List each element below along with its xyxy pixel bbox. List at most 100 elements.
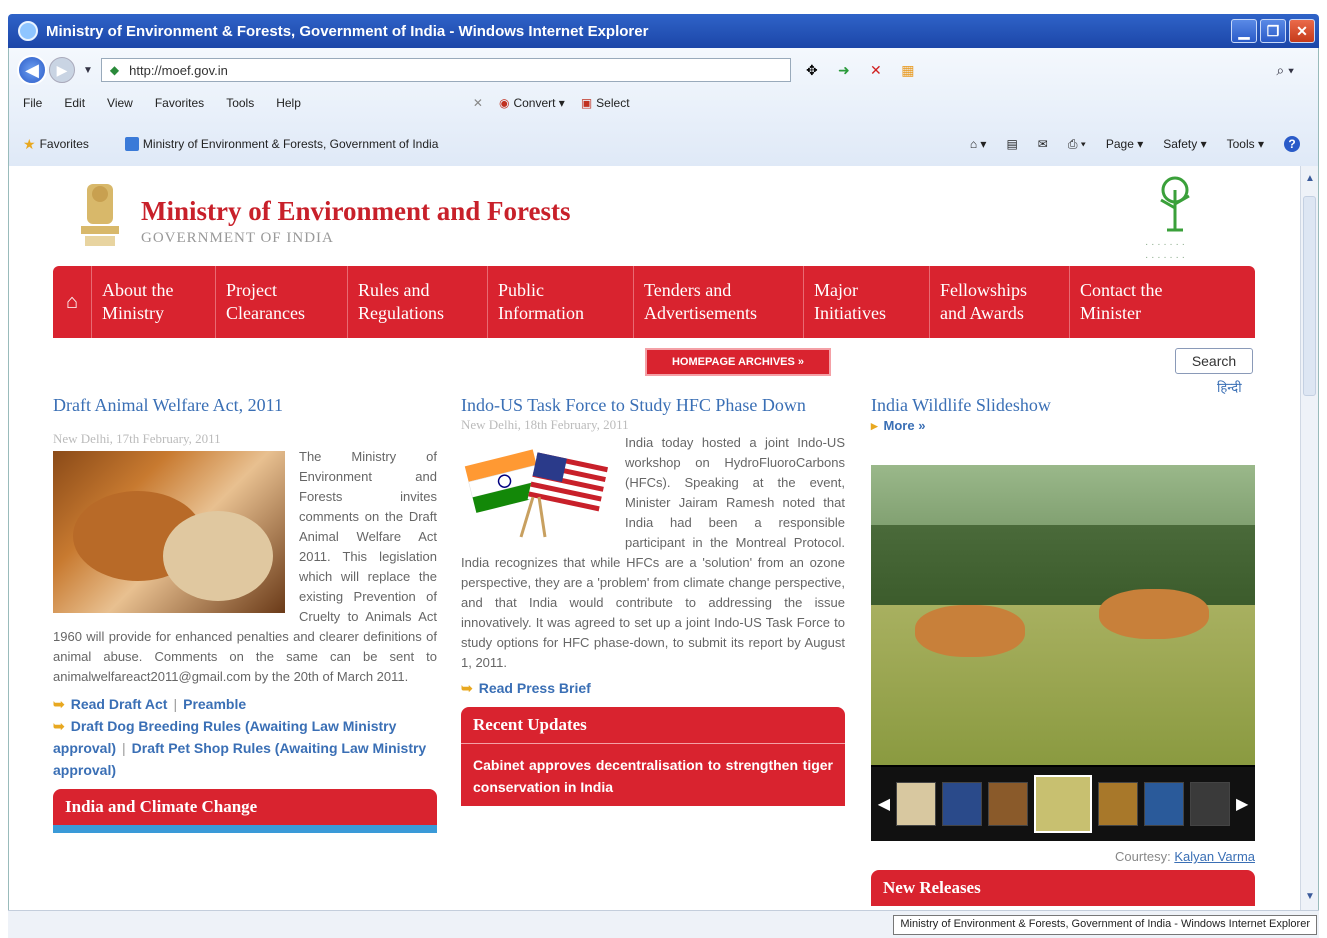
favorites-star-icon[interactable]: ★ — [23, 136, 36, 153]
courtesy-label: Courtesy: — [1115, 849, 1171, 864]
new-releases-panel: New Releases — [871, 870, 1255, 906]
convert-icon: ◉ — [498, 96, 510, 110]
menu-view[interactable]: View — [107, 96, 133, 110]
news-column-animal-welfare: Draft Animal Welfare Act, 2011 New Delhi… — [53, 394, 437, 833]
tree-logo-caption: · · · · · · · · · · · · · · — [1145, 239, 1185, 263]
status-bar: Ministry of Environment & Forests, Gover… — [8, 910, 1319, 938]
home-cmd-icon[interactable]: ⌂ ▾ — [970, 137, 987, 151]
stop-icon[interactable]: ✕ — [867, 62, 885, 79]
recent-updates-panel: Recent Updates Cabinet approves decentra… — [461, 707, 845, 806]
favorites-button[interactable]: Favorites — [40, 137, 89, 151]
nav-rules-regulations[interactable]: Rules and Regulations — [347, 266, 487, 338]
update-item[interactable]: Cabinet approves decentralisation to str… — [473, 757, 833, 795]
homepage-archives-button[interactable]: HOMEPAGE ARCHIVES » — [645, 348, 831, 376]
history-dropdown-icon[interactable]: ▼ — [83, 65, 93, 76]
courtesy-link[interactable]: Kalyan Varma — [1174, 849, 1255, 864]
antelope-right — [1099, 589, 1209, 639]
select-button[interactable]: ▣ Select — [581, 96, 630, 110]
slideshow-next-icon[interactable]: ▶ — [1236, 794, 1248, 814]
menu-favorites[interactable]: Favorites — [155, 96, 204, 110]
slideshow-thumbnails: ◀ ▶ — [871, 767, 1255, 841]
nav-tenders-advertisements[interactable]: Tenders and Advertisements — [633, 266, 803, 338]
more-link[interactable]: More » — [884, 418, 926, 433]
forward-button[interactable]: ▶ — [49, 57, 75, 83]
animal-welfare-dateline: New Delhi, 17th February, 2011 — [53, 431, 221, 446]
moef-site: Ministry of Environment and Forests GOVE… — [53, 166, 1255, 910]
national-emblem-icon — [81, 184, 119, 246]
window-title: Ministry of Environment & Forests, Gover… — [46, 22, 649, 40]
wildlife-column: India Wildlife Slideshow ▸ More » ◀ ▶ Co… — [871, 394, 1255, 906]
window-titlebar: Ministry of Environment & Forests, Gover… — [8, 14, 1319, 48]
nav-contact-minister[interactable]: Contact the Minister — [1069, 266, 1255, 338]
scroll-down-icon[interactable]: ▼ — [1301, 888, 1318, 906]
slideshow-thumb[interactable] — [896, 782, 936, 826]
maximize-button[interactable]: ❐ — [1260, 19, 1286, 43]
ie-logo-icon — [18, 21, 38, 41]
feeds-cmd-icon[interactable]: ▤ — [1006, 137, 1017, 151]
site-title: Ministry of Environment and Forests — [141, 196, 571, 226]
menu-edit[interactable]: Edit — [64, 96, 85, 110]
status-tooltip: Ministry of Environment & Forests, Gover… — [893, 915, 1317, 935]
menu-tools[interactable]: Tools — [226, 96, 254, 110]
nav-project-clearances[interactable]: Project Clearances — [215, 266, 347, 338]
back-button[interactable]: ◀ — [17, 55, 47, 85]
climate-change-panel: India and Climate Change — [53, 789, 437, 833]
tree-icon — [1160, 176, 1190, 232]
bullet-icon: ➥ — [53, 696, 65, 712]
wildlife-headline[interactable]: India Wildlife Slideshow — [871, 394, 1255, 417]
hfc-dateline: New Delhi, 18th February, 2011 — [461, 417, 629, 432]
page-menu[interactable]: Page ▾ — [1106, 137, 1143, 151]
scroll-thumb[interactable] — [1303, 196, 1316, 396]
site-subtitle: GOVERNMENT OF INDIA — [141, 230, 334, 246]
nav-about-ministry[interactable]: About the Ministry — [91, 266, 215, 338]
vertical-scrollbar[interactable]: ▲ ▼ — [1300, 166, 1318, 910]
climate-change-panel-title[interactable]: India and Climate Change — [53, 789, 437, 825]
minimize-button[interactable]: ▁ — [1231, 19, 1257, 43]
animal-welfare-headline[interactable]: Draft Animal Welfare Act, 2011 — [53, 394, 437, 417]
convert-button[interactable]: ◉ Convert ▾ — [499, 96, 565, 110]
slideshow-thumb[interactable] — [942, 782, 982, 826]
dog-cat-photo — [53, 451, 285, 613]
slideshow-thumb[interactable] — [1144, 782, 1184, 826]
read-press-brief-link[interactable]: Read Press Brief — [479, 680, 591, 696]
browser-tab[interactable]: Ministry of Environment & Forests, Gover… — [124, 137, 439, 151]
main-nav: ⌂ About the Ministry Project Clearances Ru… — [53, 266, 1255, 338]
tools-menu[interactable]: Tools ▾ — [1227, 137, 1264, 151]
rss-icon[interactable]: ▦ — [899, 62, 917, 79]
toolbar-close-icon[interactable]: ✕ — [473, 96, 483, 110]
scroll-up-icon[interactable]: ▲ — [1301, 170, 1318, 188]
menu-file[interactable]: File — [23, 96, 42, 110]
slideshow-thumb[interactable] — [1190, 782, 1230, 826]
bullet-icon: ▸ — [871, 418, 878, 433]
menu-help[interactable]: Help — [276, 96, 301, 110]
compatibility-icon[interactable]: ✥ — [803, 62, 821, 79]
preamble-link[interactable]: Preamble — [183, 696, 246, 712]
address-url: http://moef.gov.in — [129, 62, 228, 78]
print-cmd-icon[interactable]: ⎙ ▾ — [1068, 137, 1086, 152]
slideshow-thumb[interactable] — [988, 782, 1028, 826]
antelope-left — [915, 605, 1025, 657]
read-draft-act-link[interactable]: Read Draft Act — [71, 696, 168, 712]
address-bar[interactable]: ◆ http://moef.gov.in — [100, 58, 791, 82]
tab-title: Ministry of Environment & Forests, Gover… — [142, 137, 439, 151]
safety-menu[interactable]: Safety ▾ — [1163, 137, 1206, 151]
slideshow-thumb[interactable] — [1098, 782, 1138, 826]
page-viewport: ▲ ▼ Ministry of Environment and Forests … — [8, 166, 1319, 910]
browser-chrome: ◀ ▶ ▼ ◆ http://moef.gov.in ✥ ➜ ✕ ▦ ⌕ ▾ F… — [8, 48, 1319, 166]
home-icon[interactable]: ⌂ — [53, 291, 91, 314]
nav-major-initiatives[interactable]: Major Initiatives — [803, 266, 929, 338]
new-releases-title[interactable]: New Releases — [871, 870, 1255, 906]
help-icon[interactable]: ? — [1284, 136, 1300, 152]
close-button[interactable]: ✕ — [1289, 19, 1315, 43]
wildlife-slideshow[interactable]: ◀ ▶ — [871, 465, 1255, 841]
search-button[interactable]: Search — [1175, 348, 1253, 374]
slideshow-prev-icon[interactable]: ◀ — [878, 794, 890, 814]
mail-cmd-icon[interactable]: ✉ — [1038, 137, 1048, 151]
search-icon[interactable]: ⌕ ▾ — [1276, 62, 1294, 79]
nav-fellowships-awards[interactable]: Fellowships and Awards — [929, 266, 1069, 338]
refresh-icon[interactable]: ➜ — [835, 62, 853, 79]
hfc-headline[interactable]: Indo-US Task Force to Study HFC Phase Do… — [461, 394, 845, 417]
nav-public-information[interactable]: Public Information — [487, 266, 633, 338]
bullet-icon: ➥ — [53, 718, 65, 734]
slideshow-thumb-active[interactable] — [1034, 775, 1092, 833]
